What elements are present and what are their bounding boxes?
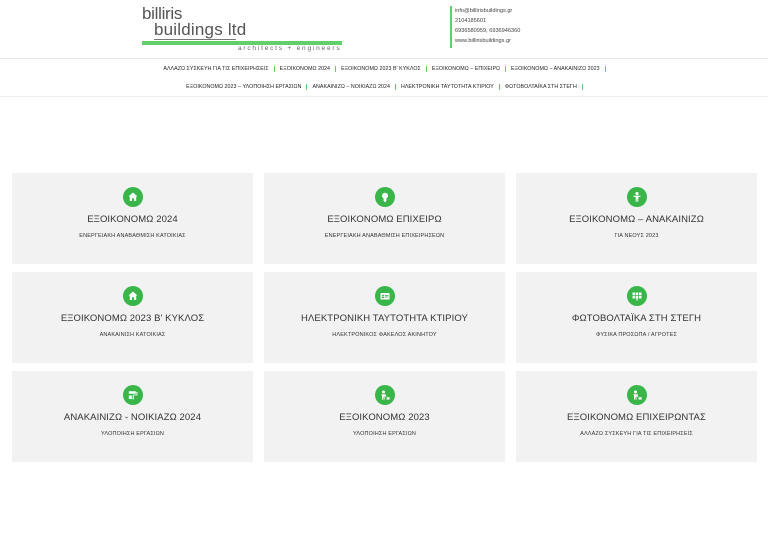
solar-panel-icon: [626, 286, 647, 306]
nav-item-ilektroniki-taftotita[interactable]: ΗΛΕΚΤΡΟΝΙΚΗ ΤΑΥΤΟΤΗΤΑ ΚΤΙΡΙΟΥ: [398, 84, 497, 90]
nav-item-anakainizo-noikiazo[interactable]: ΑΝΑΚΑΙΝΙΖΩ – ΝΟΙΚΙΑΖΩ 2024: [309, 84, 393, 90]
nav-item-exoikonomo-epixeiro[interactable]: ΕΞΟΙΚΟΝΟΜΩ – ΕΠΙΧΕΙΡΩ: [429, 66, 503, 72]
person-icon: [626, 187, 647, 207]
card-subtitle: ΥΛΟΠΟΙΗΣΗ ΕΡΓΑΣΙΩΝ: [101, 431, 164, 437]
nav-separator: [581, 84, 583, 90]
card-anakainizo-noikiazo[interactable]: ΑΝΑΚΑΙΝΙΖΩ - ΝΟΙΚΙΑΖΩ 2024 ΥΛΟΠΟΙΗΣΗ ΕΡΓ…: [12, 371, 253, 462]
lightbulb-icon: [374, 187, 395, 207]
paint-roller-icon: [122, 385, 143, 405]
nav-item-exoikonomo-anakainizo[interactable]: ΕΞΟΙΚΟΝΟΜΩ – ΑΝΑΚΑΙΝΙΖΩ 2023: [508, 66, 603, 72]
card-exoikonomo-epixeirontas[interactable]: ΕΞΟΙΚΟΝΟΜΩ ΕΠΙΧΕΙΡΩΝΤΑΣ ΑΛΛΑΖΩ ΣΥΣΚΕΥΗ Γ…: [516, 371, 757, 462]
card-subtitle: ΓΙΑ ΝΕΟΥΣ 2023: [614, 233, 659, 239]
main-nav: ΑΛΛΑΖΩ ΣΥΣΚΕΥΗ ΓΙΑ ΤΙΣ ΕΠΙΧΕΙΡΗΣΕΙΣ ΕΞΟΙ…: [0, 63, 768, 93]
card-subtitle: ΦΥΣΙΚΑ ΠΡΟΣΩΠΑ / ΑΓΡΟΤΕΣ: [595, 332, 678, 338]
card-fotovoltaika[interactable]: ΦΩΤΟΒΟΛΤΑΪΚΑ ΣΤΗ ΣΤΕΓΗ ΦΥΣΙΚΑ ΠΡΟΣΩΠΑ / …: [516, 272, 757, 363]
worker-icon: [374, 385, 395, 405]
nav-separator: [604, 66, 606, 72]
card-subtitle: ΑΛΛΑΖΩ ΣΥΣΚΕΥΗ ΓΙΑ ΤΙΣ ΕΠΙΧΕΙΡΗΣΕΙΣ: [580, 431, 693, 437]
card-exoikonomo-anakainizo[interactable]: ΕΞΟΙΚΟΝΟΜΩ – ΑΝΑΚΑΙΝΙΖΩ ΓΙΑ ΝΕΟΥΣ 2023: [516, 173, 757, 264]
card-title: ΕΞΟΙΚΟΝΟΜΩ ΕΠΙΧΕΙΡΩΝΤΑΣ: [567, 412, 706, 423]
card-title: ΕΞΟΙΚΟΝΟΜΩ ΕΠΙΧΕΙΡΩ: [327, 214, 442, 225]
id-card-icon: [374, 286, 395, 306]
nav-separator: [335, 66, 337, 72]
card-subtitle: ΕΝΕΡΓΕΙΑΚΗ ΑΝΑΒΑΘΜΙΣΗ ΚΑΤΟΙΚΙΑΣ: [79, 233, 186, 239]
logo-line-2: buildings ltd: [154, 20, 247, 39]
nav-row-2: ΕΞΟΙΚΟΝΟΜΩ 2023 – ΥΛΟΠΟΙΗΣΗ ΕΡΓΑΣΙΩΝ ΑΝΑ…: [0, 81, 768, 93]
site-header: billiris buildings ltd architects + engi…: [0, 0, 768, 60]
card-title: ΗΛΕΚΤΡΟΝΙΚΗ ΤΑΥΤΟΤΗΤΑ ΚΤΙΡΙΟΥ: [301, 313, 468, 324]
site-logo[interactable]: billiris buildings ltd architects + engi…: [142, 5, 352, 53]
worker-icon: [626, 385, 647, 405]
nav-item-exoikonomo-2023-b[interactable]: ΕΞΟΙΚΟΝΟΜΩ 2023 Β' ΚΥΚΛΟΣ: [338, 66, 424, 72]
nav-item-exoikonomo-2023-ylopoiisi[interactable]: ΕΞΟΙΚΟΝΟΜΩ 2023 – ΥΛΟΠΟΙΗΣΗ ΕΡΓΑΣΙΩΝ: [183, 84, 304, 90]
card-title: ΕΞΟΙΚΟΝΟΜΩ 2023 Β' ΚΥΚΛΟΣ: [60, 313, 205, 324]
card-title: ΕΞΟΙΚΟΝΟΜΩ 2023: [339, 412, 430, 423]
card-title: ΕΞΟΙΚΟΝΟΜΩ – ΑΝΑΚΑΙΝΙΖΩ: [569, 214, 704, 225]
card-subtitle: ΕΝΕΡΓΕΙΑΚΗ ΑΝΑΒΑΘΜΙΣΗ ΕΠΙΧΕΙΡΗΣΕΩΝ: [324, 233, 445, 239]
card-ilektroniki-taftotita[interactable]: ΗΛΕΚΤΡΟΝΙΚΗ ΤΑΥΤΟΤΗΤΑ ΚΤΙΡΙΟΥ ΗΛΕΚΤΡΟΝΙΚ…: [264, 272, 505, 363]
program-cards-grid: ΕΞΟΙΚΟΝΟΜΩ 2024 ΕΝΕΡΓΕΙΑΚΗ ΑΝΑΒΑΘΜΙΣΗ ΚΑ…: [12, 173, 757, 463]
card-title: ΑΝΑΚΑΙΝΙΖΩ - ΝΟΙΚΙΑΖΩ 2024: [63, 412, 202, 423]
contact-website[interactable]: www.billirisbuildings.gr: [455, 36, 520, 46]
card-subtitle: ΥΛΟΠΟΙΗΣΗ ΕΡΓΑΣΙΩΝ: [353, 431, 416, 437]
nav-row-1: ΑΛΛΑΖΩ ΣΥΣΚΕΥΗ ΓΙΑ ΤΙΣ ΕΠΙΧΕΙΡΗΣΕΙΣ ΕΞΟΙ…: [0, 63, 768, 75]
nav-separator: [273, 66, 275, 72]
contact-mobiles[interactable]: 6936580959, 6936946360: [455, 26, 520, 36]
card-exoikonomo-2023[interactable]: ΕΞΟΙΚΟΝΟΜΩ 2023 ΥΛΟΠΟΙΗΣΗ ΕΡΓΑΣΙΩΝ: [264, 371, 505, 462]
nav-separator: [425, 66, 427, 72]
logo-tagline: architects + engineers: [238, 45, 342, 52]
card-exoikonomo-2024[interactable]: ΕΞΟΙΚΟΝΟΜΩ 2024 ΕΝΕΡΓΕΙΑΚΗ ΑΝΑΒΑΘΜΙΣΗ ΚΑ…: [12, 173, 253, 264]
nav-separator: [498, 84, 500, 90]
nav-item-exoikonomo-2024[interactable]: ΕΞΟΙΚΟΝΟΜΩ 2024: [277, 66, 333, 72]
card-title: ΕΞΟΙΚΟΝΟΜΩ 2024: [87, 214, 178, 225]
nav-divider: [0, 96, 768, 97]
logo-underline: [154, 39, 236, 40]
header-divider: [0, 58, 768, 59]
nav-separator: [306, 84, 308, 90]
contact-info: info@billirisbuildings.gr 2104185601 693…: [450, 6, 520, 48]
contact-email[interactable]: info@billirisbuildings.gr: [455, 6, 520, 16]
card-subtitle: ΗΛΕΚΤΡΟΝΙΚΟΣ ΦΑΚΕΛΟΣ ΑΚΙΝΗΤΟΥ: [332, 332, 437, 338]
card-subtitle: ΑΝΑΚΑΙΝΙΣΗ ΚΑΤΟΙΚΙΑΣ: [99, 332, 166, 338]
nav-item-fotovoltaika[interactable]: ΦΩΤΟΒΟΛΤΑΪΚΑ ΣΤΗ ΣΤΕΓΗ: [502, 84, 580, 90]
card-title: ΦΩΤΟΒΟΛΤΑΪΚΑ ΣΤΗ ΣΤΕΓΗ: [571, 313, 702, 324]
card-exoikonomo-epixeiro[interactable]: ΕΞΟΙΚΟΝΟΜΩ ΕΠΙΧΕΙΡΩ ΕΝΕΡΓΕΙΑΚΗ ΑΝΑΒΑΘΜΙΣ…: [264, 173, 505, 264]
card-exoikonomo-2023-b[interactable]: ΕΞΟΙΚΟΝΟΜΩ 2023 Β' ΚΥΚΛΟΣ ΑΝΑΚΑΙΝΙΣΗ ΚΑΤ…: [12, 272, 253, 363]
nav-separator: [394, 84, 396, 90]
home-icon: [122, 187, 143, 207]
contact-phone[interactable]: 2104185601: [455, 16, 520, 26]
home-icon: [122, 286, 143, 306]
nav-separator: [505, 66, 507, 72]
nav-item-allazo-syskevi[interactable]: ΑΛΛΑΖΩ ΣΥΣΚΕΥΗ ΓΙΑ ΤΙΣ ΕΠΙΧΕΙΡΗΣΕΙΣ: [160, 66, 271, 72]
